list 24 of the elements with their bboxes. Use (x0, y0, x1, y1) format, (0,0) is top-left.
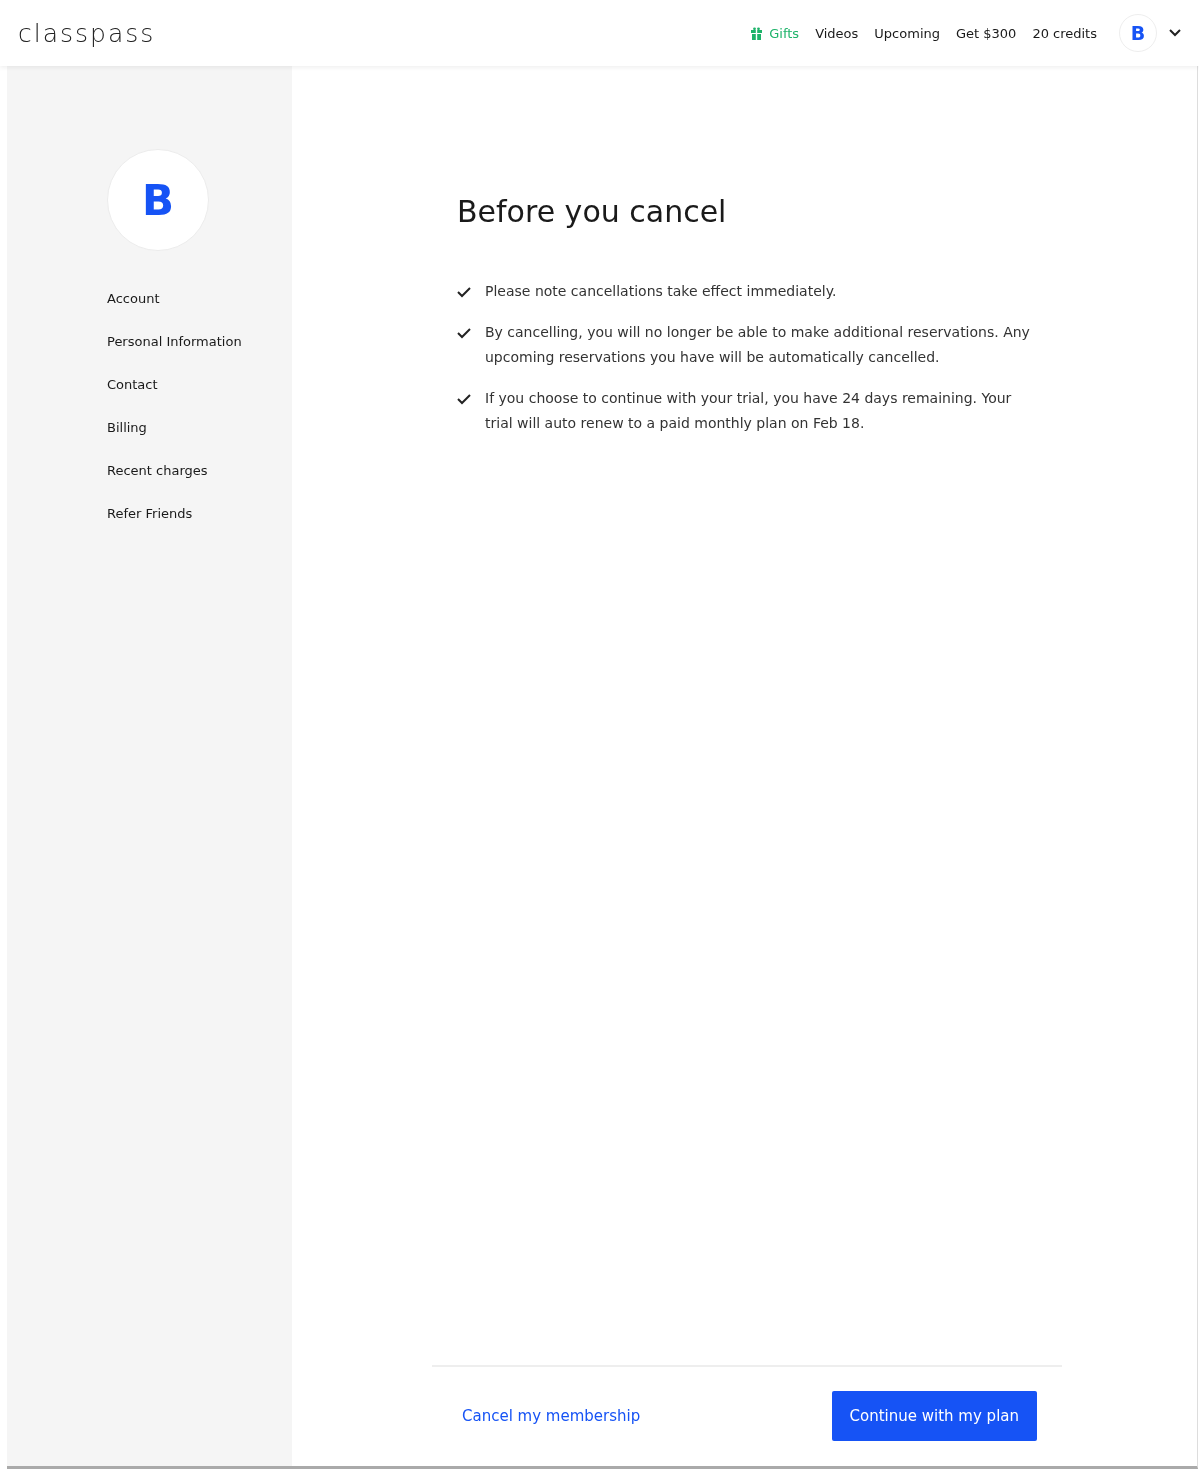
sidebar-item[interactable]: Recent charges (107, 463, 208, 478)
sidebar-item[interactable]: Personal Information (107, 334, 242, 349)
sidebar-item[interactable]: Account (107, 291, 160, 306)
note-text: By cancelling, you will no longer be able to make additional reservations. Any upcoming reservations you have will be automatically cancelled. (485, 323, 1031, 367)
chevron-down-icon[interactable] (1169, 29, 1181, 37)
note-text: Please note cancellations take effect immediately. (485, 282, 837, 301)
sidebar-item[interactable]: Refer Friends (107, 506, 193, 521)
cancel-membership-link[interactable]: Cancel my membership (462, 1407, 641, 1425)
avatar-button[interactable]: B (1119, 14, 1157, 52)
logo[interactable]: classpass (18, 18, 156, 48)
checkmark-icon (457, 393, 471, 405)
note-text: If you choose to continue with your trial, you have 24 days remaining. Your trial will auto renew to a paid monthly plan on Feb 18. (485, 389, 1013, 433)
profile-avatar: B (107, 149, 209, 251)
sidebar-item[interactable]: Billing (107, 420, 147, 435)
checkmark-icon (457, 286, 471, 298)
nav-link[interactable]: Upcoming (874, 25, 940, 41)
sidebar-item[interactable]: Contact (107, 377, 158, 392)
checkmark-icon (457, 327, 471, 339)
nav-link[interactable]: Videos (815, 25, 859, 41)
nav-link[interactable]: Get $300 (956, 25, 1017, 41)
nav-link[interactable]: 20 credits (1032, 25, 1097, 41)
continue-button[interactable]: Continue with my plan (831, 1391, 1037, 1441)
page-title: Before you cancel (457, 194, 728, 229)
gift-icon (750, 26, 764, 40)
